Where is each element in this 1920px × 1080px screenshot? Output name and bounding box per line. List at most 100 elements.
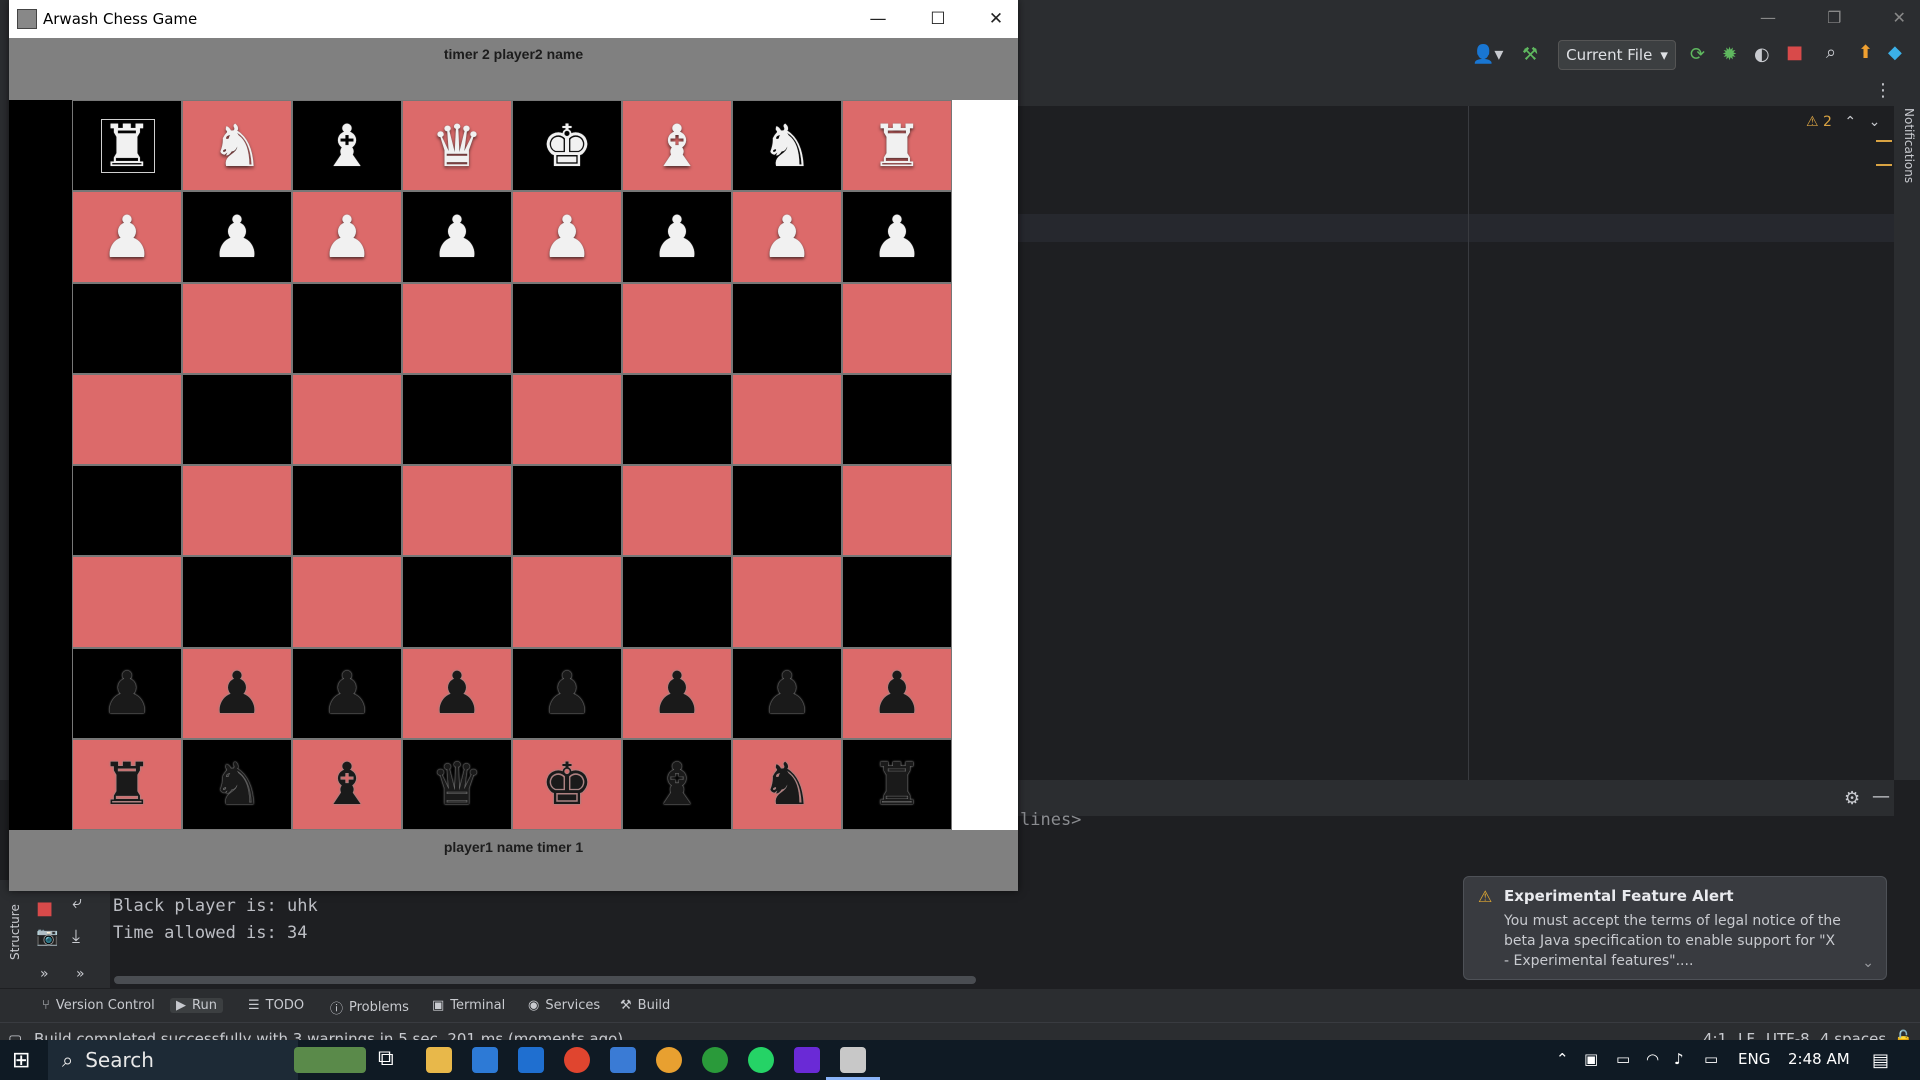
square-b1[interactable]: ♞ [182, 738, 292, 830]
black-pawn-icon[interactable]: ♟ [431, 664, 483, 722]
chevron-down-icon[interactable]: ⌄ [1869, 114, 1881, 130]
chrome-profile-icon[interactable] [656, 1047, 682, 1073]
square-c8[interactable]: ♝ [292, 100, 402, 192]
square-b6[interactable] [182, 282, 292, 374]
taskbar-search[interactable]: ⌕ Search [48, 1040, 298, 1080]
square-g6[interactable] [732, 282, 842, 374]
meet-icon[interactable]: ▭ [1616, 1050, 1630, 1068]
action-center-icon[interactable]: ▤ [1872, 1050, 1889, 1071]
language-indicator[interactable]: ENG [1738, 1050, 1770, 1068]
close-button[interactable]: ✕ [973, 4, 1019, 34]
volume-icon[interactable]: ♪ [1674, 1050, 1684, 1068]
white-rook-icon[interactable]: ♜ [101, 117, 153, 175]
rerun-icon[interactable]: ⟳ [1690, 44, 1705, 65]
stop-icon[interactable]: ■ [1786, 42, 1803, 63]
square-h8[interactable]: ♜ [842, 100, 952, 192]
black-pawn-icon[interactable]: ♟ [101, 664, 153, 722]
tool-services[interactable]: ◉ Services [528, 998, 600, 1013]
square-e4[interactable] [512, 465, 622, 557]
square-a6[interactable] [72, 282, 182, 374]
white-pawn-icon[interactable]: ♟ [871, 208, 923, 266]
square-e1[interactable]: ♚ [512, 738, 622, 830]
square-f3[interactable] [622, 556, 732, 648]
white-pawn-icon[interactable]: ♟ [321, 208, 373, 266]
square-f4[interactable] [622, 465, 732, 557]
editor-area[interactable] [1018, 106, 1894, 780]
mail-icon[interactable] [518, 1047, 544, 1073]
square-g4[interactable] [732, 465, 842, 557]
white-pawn-icon[interactable]: ♟ [211, 208, 263, 266]
tray-overflow-icon[interactable]: ⌃ [1556, 1050, 1569, 1068]
square-e6[interactable] [512, 282, 622, 374]
white-bishop-icon[interactable]: ♝ [651, 117, 703, 175]
square-a4[interactable] [72, 465, 182, 557]
structure-panel-tab[interactable]: Structure [4, 900, 26, 980]
square-h5[interactable] [842, 373, 952, 465]
tool-problems[interactable]: ⓘ Problems [330, 998, 409, 1017]
black-bishop-icon[interactable]: ♝ [321, 755, 373, 813]
soft-wrap-icon[interactable]: ⤶ [72, 892, 82, 913]
square-g8[interactable]: ♞ [732, 100, 842, 192]
square-g5[interactable] [732, 373, 842, 465]
square-f2[interactable]: ♟ [622, 647, 732, 739]
square-f8[interactable]: ♝ [622, 100, 732, 192]
square-a1[interactable]: ♜ [72, 738, 182, 830]
square-c6[interactable] [292, 282, 402, 374]
square-a5[interactable] [72, 373, 182, 465]
square-b5[interactable] [182, 373, 292, 465]
chrome-icon[interactable] [564, 1047, 590, 1073]
square-b4[interactable] [182, 465, 292, 557]
square-d7[interactable]: ♟ [402, 191, 512, 283]
square-a7[interactable]: ♟ [72, 191, 182, 283]
square-h6[interactable] [842, 282, 952, 374]
user-icon[interactable]: 👤▾ [1472, 44, 1503, 65]
more-right-icon[interactable]: » [76, 966, 85, 982]
square-d4[interactable] [402, 465, 512, 557]
battery-icon[interactable]: ▭ [1704, 1050, 1718, 1068]
white-pawn-icon[interactable]: ♟ [431, 208, 483, 266]
square-e8[interactable]: ♚ [512, 100, 622, 192]
square-d1[interactable]: ♛ [402, 738, 512, 830]
whatsapp-icon[interactable] [748, 1047, 774, 1073]
chess-window-titlebar[interactable]: Arwash Chess Game — ☐ ✕ [9, 0, 1018, 38]
tool-run[interactable]: ▶ Run [170, 998, 223, 1013]
plugin-icon[interactable]: ◆ [1888, 42, 1902, 63]
tool-version-control[interactable]: ⑂ Version Control [42, 998, 155, 1013]
maximize-button[interactable]: ☐ [915, 4, 961, 34]
white-knight-icon[interactable]: ♞ [761, 117, 813, 175]
square-g1[interactable]: ♞ [732, 738, 842, 830]
square-a3[interactable] [72, 556, 182, 648]
android-studio-icon[interactable] [702, 1047, 728, 1073]
square-d6[interactable] [402, 282, 512, 374]
black-bishop-icon[interactable]: ♝ [651, 755, 703, 813]
expand-chevron-icon[interactable]: ⌄ [1862, 955, 1874, 971]
white-knight-icon[interactable]: ♞ [211, 117, 263, 175]
square-e2[interactable]: ♟ [512, 647, 622, 739]
white-rook-icon[interactable]: ♜ [871, 117, 923, 175]
tool-build[interactable]: ⚒ Build [620, 998, 670, 1013]
square-h2[interactable]: ♟ [842, 647, 952, 739]
black-knight-icon[interactable]: ♞ [211, 755, 263, 813]
run-config-selector[interactable]: Current File ▾ [1558, 40, 1676, 70]
square-f7[interactable]: ♟ [622, 191, 732, 283]
minimize-button[interactable]: — [855, 4, 901, 34]
black-pawn-icon[interactable]: ♟ [761, 664, 813, 722]
square-h7[interactable]: ♟ [842, 191, 952, 283]
black-pawn-icon[interactable]: ♟ [211, 664, 263, 722]
square-b3[interactable] [182, 556, 292, 648]
debug-icon[interactable]: ✹ [1722, 44, 1737, 65]
warnings-indicator[interactable]: ⚠ 2 ⌃ ⌄ [1806, 114, 1880, 130]
java-app-icon[interactable] [840, 1047, 866, 1073]
tool-terminal[interactable]: ▣ Terminal [432, 998, 505, 1013]
square-c7[interactable]: ♟ [292, 191, 402, 283]
more-left-icon[interactable]: » [40, 966, 49, 982]
update-icon[interactable]: ⬆ [1858, 42, 1873, 63]
horizontal-scrollbar[interactable] [114, 976, 976, 984]
intellij-icon[interactable] [794, 1047, 820, 1073]
white-pawn-icon[interactable]: ♟ [761, 208, 813, 266]
black-pawn-icon[interactable]: ♟ [651, 664, 703, 722]
windows-start-icon[interactable]: ⊞ [12, 1048, 30, 1073]
more-options-icon[interactable]: ⋮ [1874, 80, 1892, 101]
build-hammer-icon[interactable]: ⚒ [1522, 44, 1538, 65]
square-g2[interactable]: ♟ [732, 647, 842, 739]
